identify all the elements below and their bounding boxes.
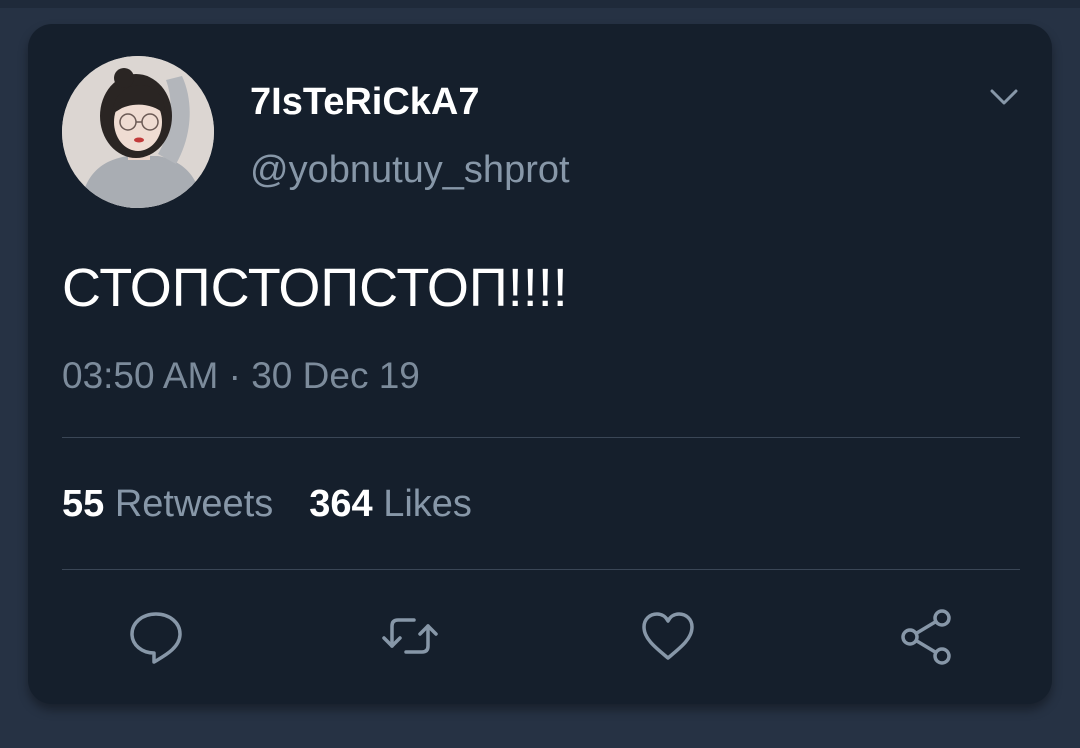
like-button[interactable] bbox=[638, 606, 698, 666]
retweet-icon bbox=[382, 618, 438, 654]
likes-stat[interactable]: 364 Likes bbox=[309, 482, 472, 526]
divider bbox=[62, 569, 1020, 570]
retweets-label: Retweets bbox=[114, 483, 274, 525]
user-handle[interactable]: @yobnutuy_shprot bbox=[250, 148, 570, 192]
top-strip bbox=[0, 0, 1080, 8]
retweets-stat[interactable]: 55 Retweets bbox=[62, 482, 273, 526]
tweet-timestamp: 03:50 AM · 30 Dec 19 bbox=[62, 355, 420, 396]
retweet-button[interactable] bbox=[380, 606, 440, 666]
retweets-count: 55 bbox=[62, 483, 105, 525]
comment-icon bbox=[130, 612, 182, 664]
tweet-stats: 55 Retweets 364 Likes bbox=[62, 482, 472, 526]
avatar-image bbox=[62, 56, 214, 208]
avatar[interactable] bbox=[62, 56, 214, 208]
chevron-down-icon[interactable] bbox=[986, 82, 1022, 112]
divider bbox=[62, 437, 1020, 438]
reply-button[interactable] bbox=[126, 606, 186, 666]
share-icon bbox=[901, 609, 951, 665]
tweet-text: СТОПСТОПСТОП!!!! bbox=[62, 258, 568, 318]
tweet-card: 7IsTeRiCkA7 @yobnutuy_shprot СТОПСТОПСТО… bbox=[28, 24, 1052, 704]
share-button[interactable] bbox=[896, 606, 956, 666]
display-name[interactable]: 7IsTeRiCkA7 bbox=[250, 80, 480, 124]
likes-label: Likes bbox=[383, 483, 472, 525]
heart-icon bbox=[642, 612, 694, 660]
likes-count: 364 bbox=[309, 483, 373, 525]
